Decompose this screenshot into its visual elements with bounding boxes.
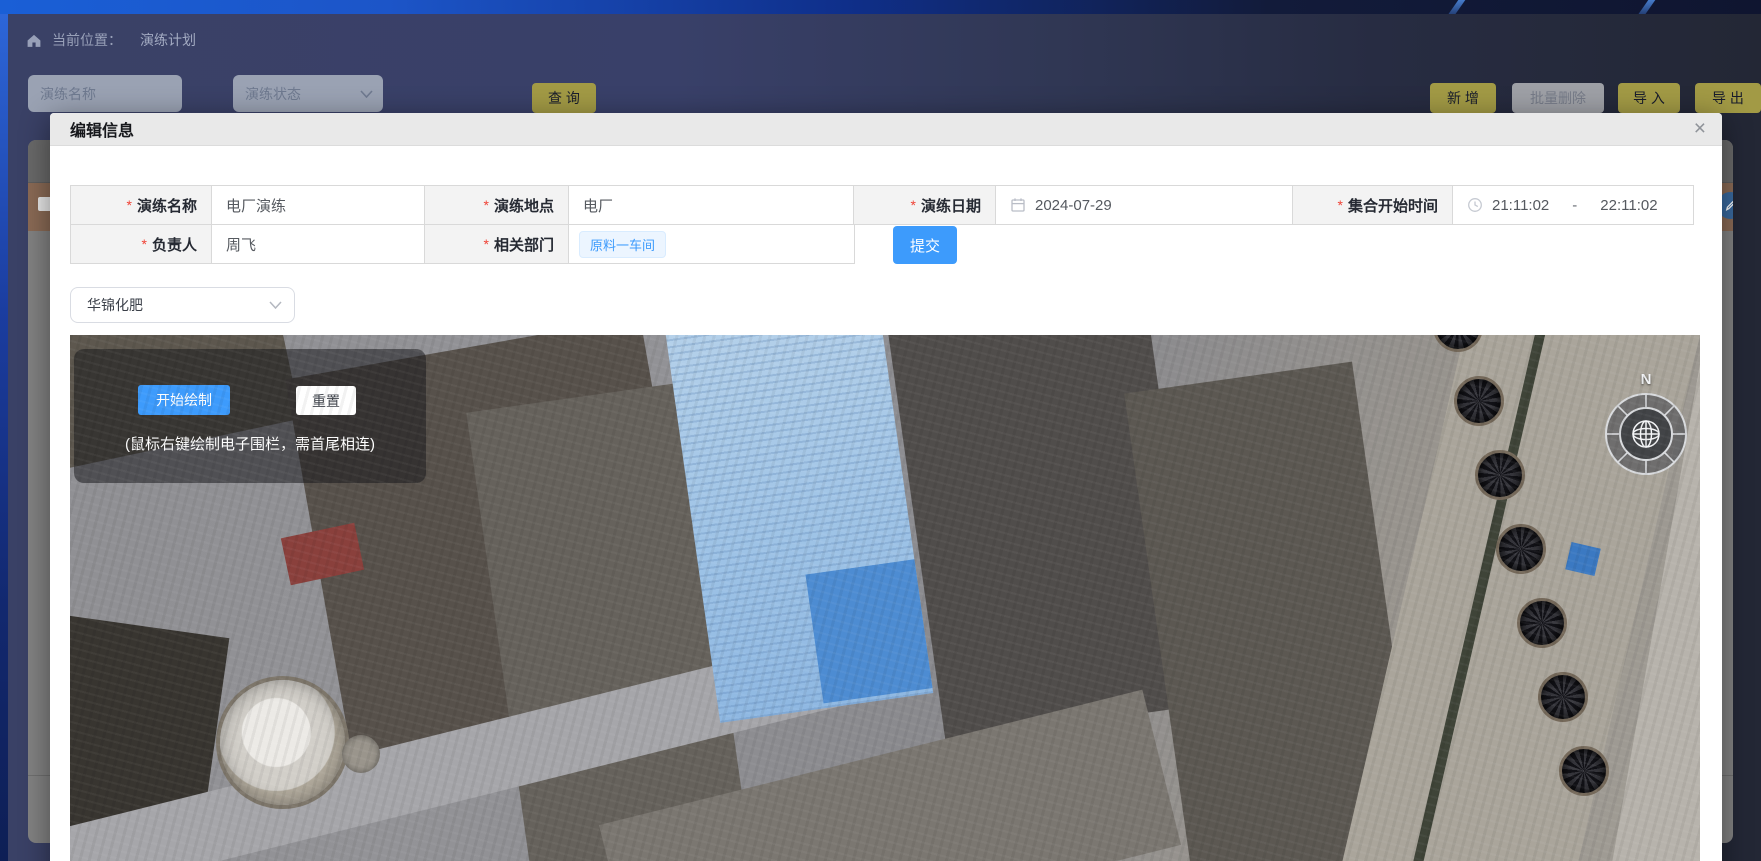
add-button[interactable]: 新 增 (1430, 83, 1496, 113)
time-start: 21:11:02 (1492, 197, 1549, 214)
required-mark: * (142, 236, 147, 252)
breadcrumb-prefix: 当前位置： (52, 30, 122, 50)
decor-streak (1633, 0, 1658, 14)
required-mark: * (127, 197, 132, 213)
cooling-fan (1496, 524, 1546, 574)
start-draw-button[interactable]: 开始绘制 (138, 385, 230, 415)
required-mark: * (484, 197, 489, 213)
related-department-label: * 相关部门 (425, 225, 569, 263)
required-mark: * (911, 197, 916, 213)
cooling-fan (1538, 672, 1588, 722)
cooling-fan (1517, 598, 1567, 648)
company-select[interactable]: 华锦化肥 (70, 287, 295, 323)
modal-header: 编辑信息 × (50, 113, 1722, 146)
company-select-value: 华锦化肥 (87, 295, 143, 315)
cooling-fan (1475, 450, 1525, 500)
search-button[interactable]: 查 询 (532, 83, 596, 113)
clock-icon (1467, 197, 1483, 213)
pen-icon (1724, 199, 1733, 212)
fence-draw-panel: 开始绘制 重置 (鼠标右键绘制电子围栏，需首尾相连) (74, 349, 426, 483)
drill-name-filter-input[interactable] (28, 75, 182, 112)
drill-name-label: * 演练名称 (71, 186, 212, 224)
drill-status-placeholder: 演练状态 (245, 84, 301, 104)
cooling-fan (1559, 746, 1609, 796)
chevron-down-icon (360, 90, 373, 98)
modal-title: 编辑信息 (70, 117, 134, 141)
drill-date-label: * 演练日期 (854, 186, 996, 224)
breadcrumb: 当前位置： 演练计划 (26, 30, 196, 50)
batch-delete-button[interactable]: 批量删除 (1512, 83, 1604, 113)
person-in-charge-field[interactable]: 周飞 (212, 225, 425, 263)
export-button[interactable]: 导 出 (1695, 83, 1761, 113)
compass-icon[interactable] (1602, 390, 1690, 478)
storage-tank (220, 680, 345, 805)
compass-north-label: N (1626, 371, 1666, 388)
small-tank (342, 735, 380, 773)
close-icon[interactable]: × (1694, 116, 1706, 142)
required-mark: * (1338, 197, 1343, 213)
satellite-map-canvas[interactable]: 开始绘制 重置 (鼠标右键绘制电子围栏，需首尾相连) N (70, 335, 1700, 861)
draw-hint-text: (鼠标右键绘制电子围栏，需首尾相连) (74, 433, 426, 454)
import-button[interactable]: 导 入 (1618, 83, 1680, 113)
drill-date-field[interactable]: 2024-07-29 (996, 186, 1293, 224)
form-row-2: * 负责人 周飞 * 相关部门 原料一车间 (70, 224, 855, 264)
submit-button[interactable]: 提交 (893, 226, 957, 264)
drill-name-field[interactable]: 电厂演练 (212, 186, 425, 224)
home-icon (26, 33, 42, 48)
person-in-charge-label: * 负责人 (71, 225, 212, 263)
top-accent-bar (0, 0, 1761, 14)
time-separator: - (1572, 197, 1577, 214)
assembly-time-field[interactable]: 21:11:02 - 22:11:02 (1453, 186, 1693, 224)
chevron-down-icon (269, 301, 282, 309)
required-mark: * (484, 236, 489, 252)
decor-streak (1443, 0, 1468, 14)
department-tag[interactable]: 原料一车间 (579, 231, 666, 258)
breadcrumb-current: 演练计划 (140, 30, 196, 50)
reset-button[interactable]: 重置 (296, 386, 356, 415)
drill-location-label: * 演练地点 (425, 186, 569, 224)
app-window: 当前位置： 演练计划 演练状态 查 询 新 增 批量删除 导 入 导 出 编辑信… (0, 0, 1761, 861)
related-department-field[interactable]: 原料一车间 (569, 225, 854, 263)
form-row-1: * 演练名称 电厂演练 * 演练地点 电厂 * 演练日期 2024-07-29 (70, 185, 1694, 225)
assembly-time-label: * 集合开始时间 (1293, 186, 1453, 224)
drill-location-field[interactable]: 电厂 (569, 186, 854, 224)
edit-info-modal: 编辑信息 × * 演练名称 电厂演练 * 演练地点 电厂 * 演练日期 (50, 113, 1722, 861)
cooling-fan (1454, 376, 1504, 426)
calendar-icon (1010, 197, 1026, 213)
blue-roof-dark-section (805, 559, 932, 703)
time-end: 22:11:02 (1600, 197, 1657, 214)
drill-status-filter-select[interactable]: 演练状态 (233, 75, 383, 112)
left-accent-strip (0, 14, 8, 861)
